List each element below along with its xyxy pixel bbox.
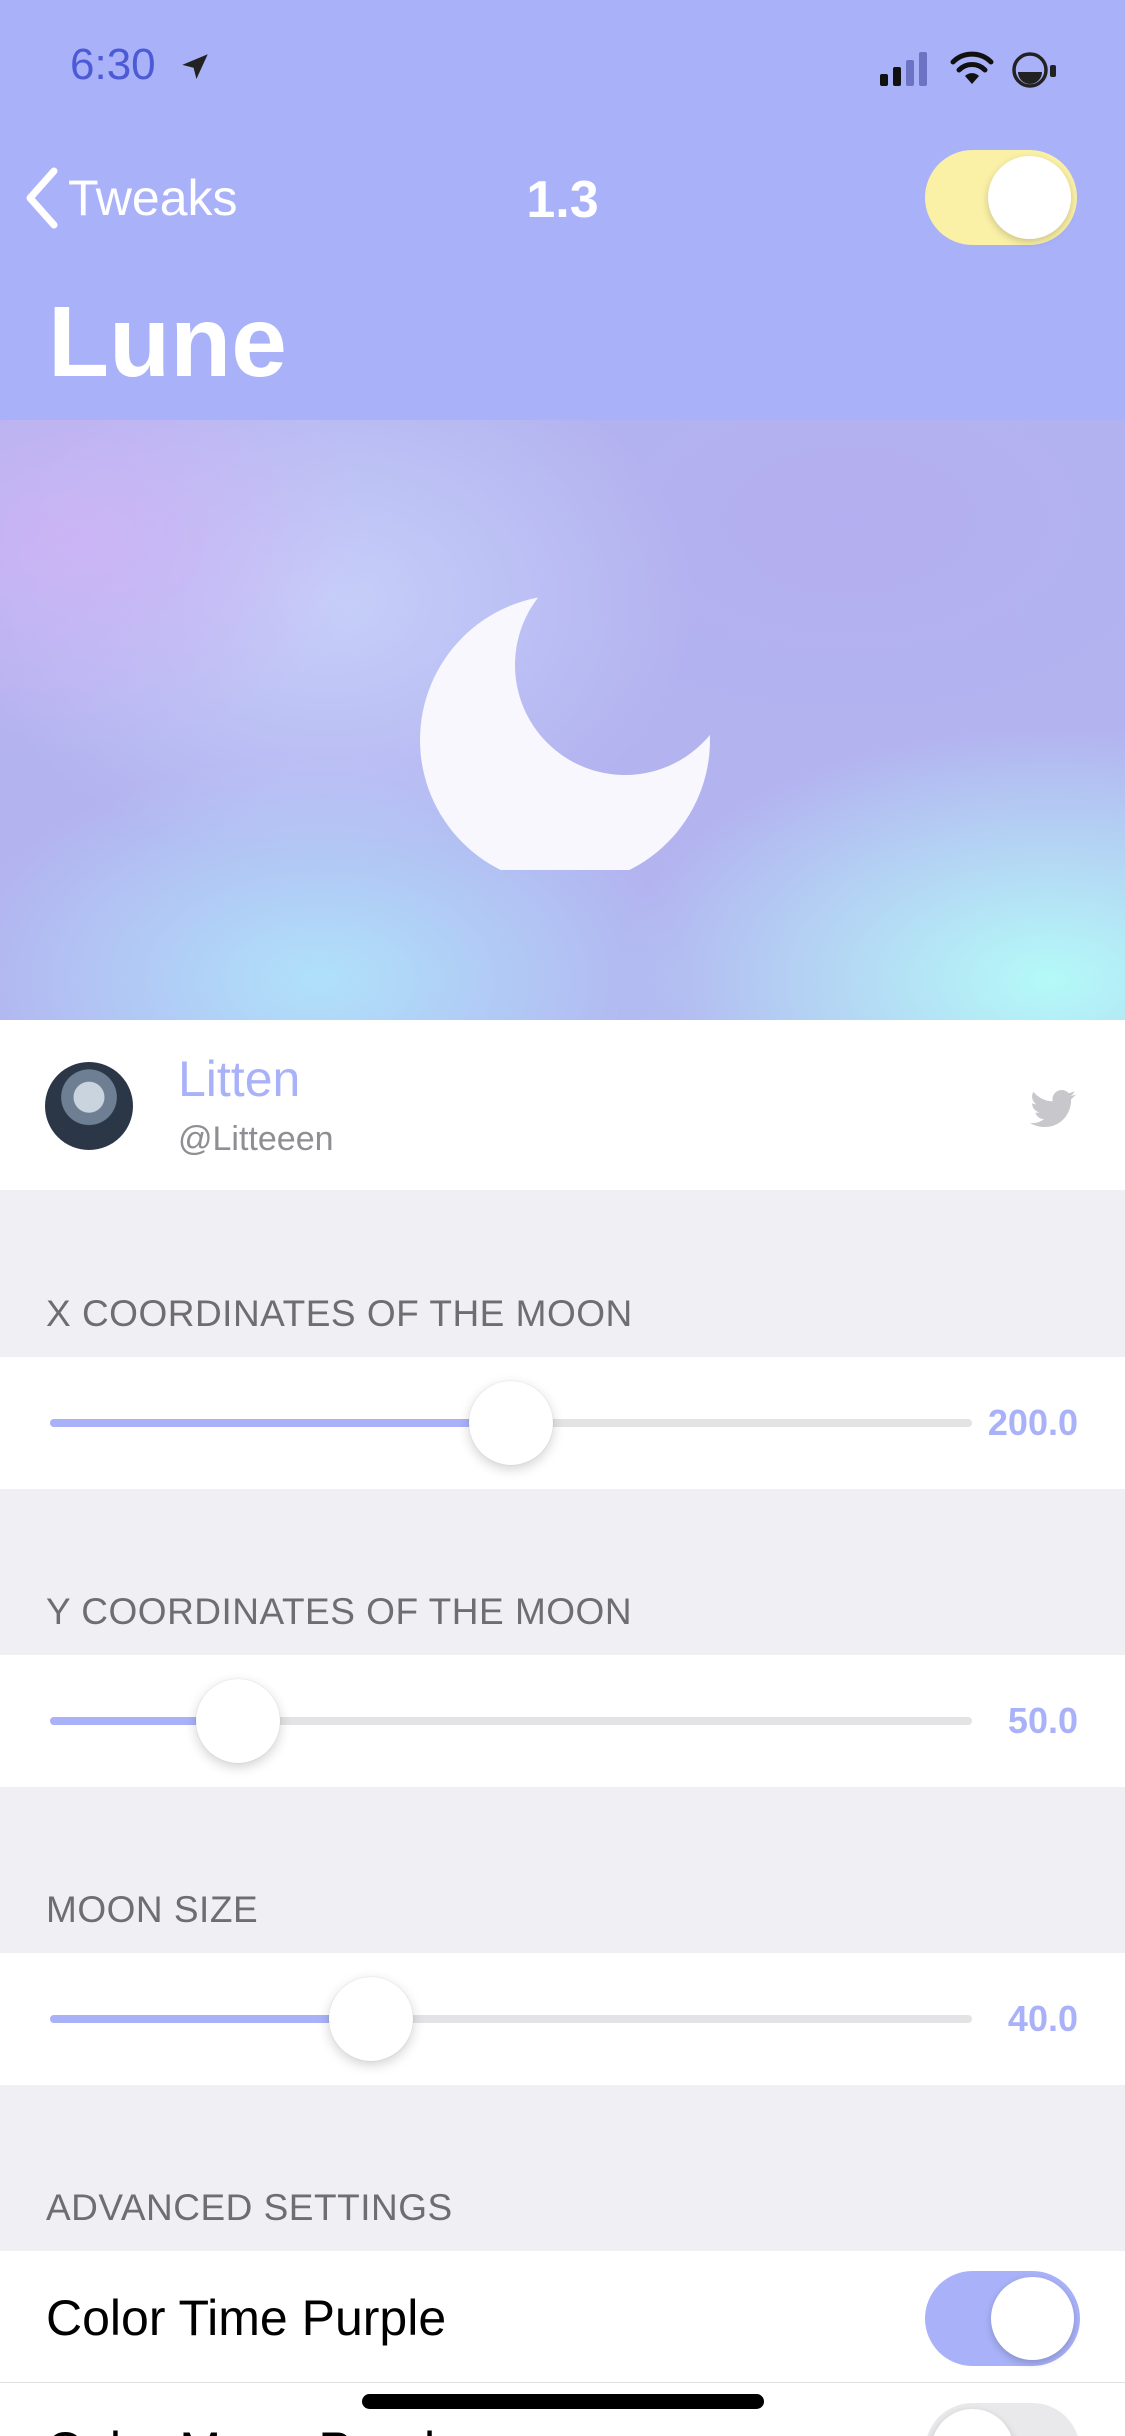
enable-tweak-toggle[interactable]: [925, 150, 1077, 245]
section-header-size: MOON SIZE: [46, 1889, 259, 1930]
cellular-signal-icon: [880, 52, 927, 86]
author-handle: @Litteeen: [178, 1120, 334, 1158]
section-header-y: Y COORDINATES OF THE MOON: [46, 1591, 633, 1632]
wifi-icon: [950, 51, 994, 84]
section-header-advanced: ADVANCED SETTINGS: [46, 2187, 453, 2228]
nav-header: 6:30 Tweaks 1.3 Lune: [0, 0, 1125, 420]
home-indicator[interactable]: [362, 2394, 764, 2409]
location-arrow-icon: [182, 54, 208, 80]
slider-fill: [50, 2015, 371, 2023]
author-name: Litten: [178, 1051, 301, 1107]
slider-fill: [50, 1419, 511, 1427]
color-moon-purple-label: Color Moon Purple: [46, 2421, 463, 2436]
toggle-knob: [931, 2409, 1014, 2436]
battery-icon: [1012, 52, 1056, 88]
toggle-knob: [991, 2277, 1074, 2360]
slider-thumb[interactable]: [328, 1977, 413, 2061]
avatar: [45, 1062, 133, 1150]
toggle-knob: [988, 156, 1071, 239]
page-title: Lune: [48, 286, 287, 398]
color-moon-purple-toggle[interactable]: [925, 2403, 1080, 2436]
color-time-purple-row: Color Time Purple: [0, 2251, 1125, 2383]
x-coordinate-value: 200.0: [987, 1402, 1078, 1443]
twitter-icon: [1030, 1090, 1076, 1128]
moon-size-slider-row: 40.0: [0, 1953, 1125, 2085]
y-coordinate-slider-row: 50.0: [0, 1655, 1125, 1787]
y-coordinate-value: 50.0: [1007, 1700, 1078, 1741]
color-time-purple-label: Color Time Purple: [46, 2290, 447, 2346]
moon-size-slider[interactable]: [50, 1977, 972, 2061]
slider-thumb[interactable]: [196, 1679, 281, 1763]
color-moon-purple-row: Color Moon Purple: [0, 2383, 1125, 2436]
x-coordinate-slider[interactable]: [50, 1381, 972, 1465]
author-row[interactable]: Litten @Litteeen: [0, 1020, 1125, 1190]
hero-banner: [0, 420, 1125, 1020]
slider-thumb[interactable]: [469, 1381, 553, 1465]
status-time: 6:30: [70, 40, 156, 89]
section-header-x: X COORDINATES OF THE MOON: [46, 1293, 633, 1334]
moon-size-value: 40.0: [1007, 1998, 1078, 2039]
x-coordinate-slider-row: 200.0: [0, 1357, 1125, 1489]
y-coordinate-slider[interactable]: [50, 1679, 972, 1763]
moon-icon: [420, 595, 710, 870]
color-time-purple-toggle[interactable]: [925, 2271, 1080, 2366]
